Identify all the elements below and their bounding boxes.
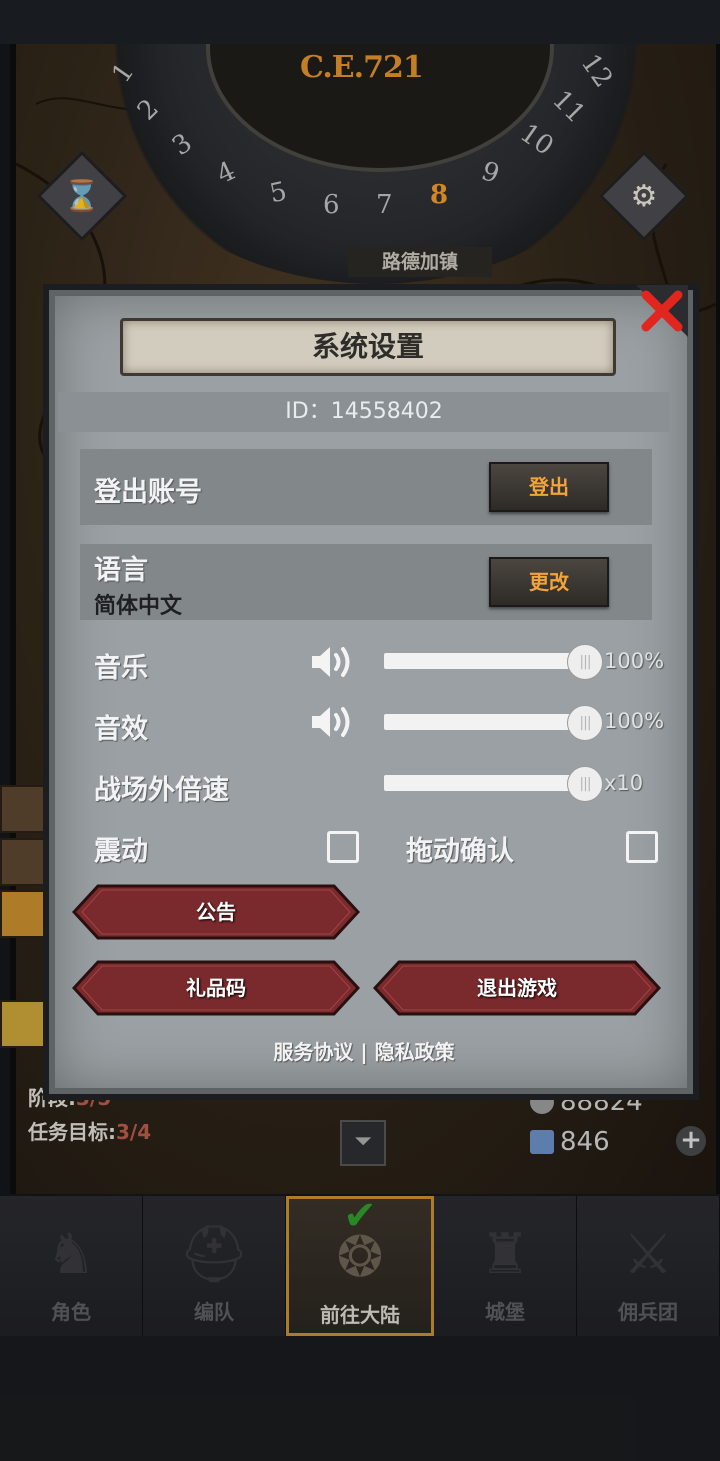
exit-game-button-label: 退出游戏 <box>477 976 557 1000</box>
music-label: 音乐 <box>94 653 148 684</box>
sfx-value: 100% <box>604 709 665 733</box>
music-slider[interactable] <box>384 653 594 669</box>
speed-label: 战场外倍速 <box>94 775 229 806</box>
notice-button[interactable]: 公告 <box>71 884 361 940</box>
link-separator: | <box>360 1040 368 1064</box>
logout-button[interactable]: 登出 <box>489 462 609 512</box>
sfx-label: 音效 <box>94 714 148 745</box>
logout-label: 登出账号 <box>94 477 202 508</box>
footer-links: 服务协议 | 隐私政策 <box>58 1036 670 1065</box>
speed-slider[interactable] <box>384 775 594 791</box>
gift-code-button-label: 礼品码 <box>186 976 246 1000</box>
vibration-label: 震动 <box>94 836 148 867</box>
gift-code-button[interactable]: 礼品码 <box>71 960 361 1016</box>
speaker-icon[interactable] <box>310 703 356 741</box>
change-language-button[interactable]: 更改 <box>489 557 609 607</box>
exit-game-button[interactable]: 退出游戏 <box>372 960 662 1016</box>
language-label: 语言 <box>94 555 148 586</box>
player-id: ID：14558402 <box>285 399 443 424</box>
speed-value: x10 <box>604 771 644 795</box>
notice-button-label: 公告 <box>196 900 236 924</box>
music-slider-handle[interactable]: ||| <box>567 644 603 680</box>
sfx-slider-handle[interactable]: ||| <box>567 705 603 741</box>
speaker-icon[interactable] <box>310 643 356 681</box>
privacy-policy-link[interactable]: 隐私政策 <box>375 1040 455 1064</box>
drag-confirm-label: 拖动确认 <box>406 836 514 867</box>
close-button[interactable] <box>636 285 688 337</box>
dialog-title: 系统设置 <box>120 318 616 376</box>
vibration-checkbox[interactable] <box>327 831 359 863</box>
service-agreement-link[interactable]: 服务协议 <box>273 1040 353 1064</box>
music-value: 100% <box>604 649 665 673</box>
speed-slider-handle[interactable]: ||| <box>567 766 603 802</box>
sfx-slider[interactable] <box>384 714 594 730</box>
current-language: 简体中文 <box>94 594 183 619</box>
drag-confirm-checkbox[interactable] <box>626 831 658 863</box>
